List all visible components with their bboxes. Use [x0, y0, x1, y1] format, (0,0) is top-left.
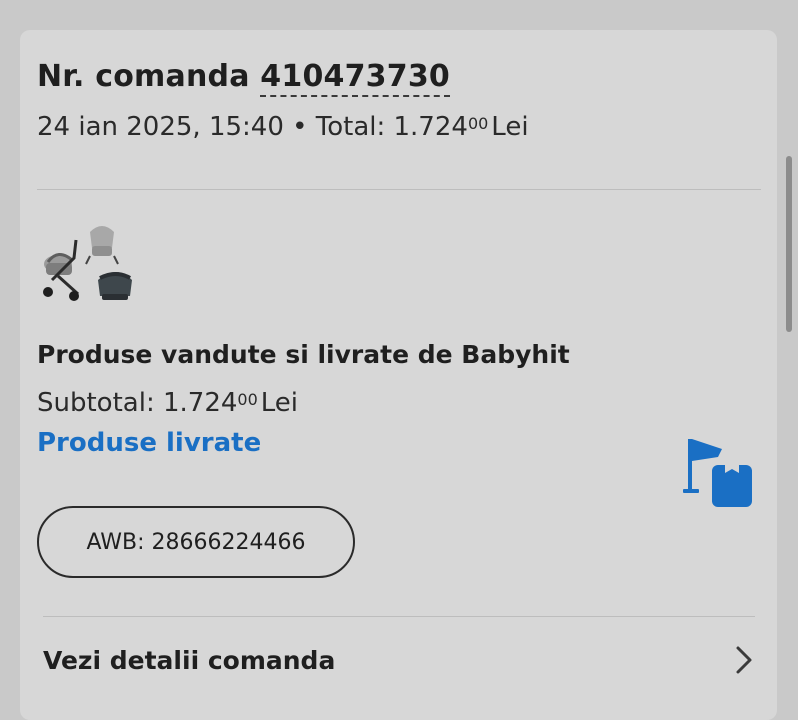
order-number-link[interactable]: 410473730: [260, 59, 450, 97]
chevron-right-icon: [736, 646, 752, 674]
view-order-details-label: Vezi detalii comanda: [43, 645, 336, 675]
subtotal-decimals: 00: [237, 390, 258, 409]
order-date: 24 ian 2025, 15:40: [37, 112, 284, 142]
delivered-flag-box-icon: [683, 439, 752, 507]
order-title-prefix: Nr. comanda: [37, 59, 261, 94]
meta-separator: •: [283, 112, 316, 142]
view-order-details-link[interactable]: Vezi detalii comanda: [43, 635, 755, 685]
order-meta: 24 ian 2025, 15:40 • Total: 1.72400 Lei: [37, 112, 529, 142]
seller-line: Produse vandute si livrate de Babyhit: [37, 340, 570, 369]
awb-button[interactable]: AWB: 28666224466: [37, 506, 355, 578]
subtotal-label: Subtotal:: [37, 388, 163, 418]
scrollbar[interactable]: [786, 156, 792, 332]
divider: [43, 616, 755, 617]
stroller-set-thumbnail[interactable]: [38, 220, 134, 308]
total-currency: Lei: [491, 112, 529, 142]
subtotal-currency: Lei: [260, 388, 299, 418]
total-amount: 1.724: [393, 112, 468, 142]
divider: [37, 189, 761, 190]
subtotal: Subtotal: 1.72400 Lei: [37, 388, 298, 418]
order-title: Nr. comanda 410473730: [37, 59, 450, 97]
order-card: Nr. comanda 410473730 24 ian 2025, 15:40…: [20, 30, 777, 720]
total-label: Total:: [315, 112, 394, 142]
delivery-status: Produse livrate: [37, 428, 262, 458]
subtotal-amount: 1.724: [162, 388, 238, 418]
total-decimals: 00: [467, 114, 489, 133]
